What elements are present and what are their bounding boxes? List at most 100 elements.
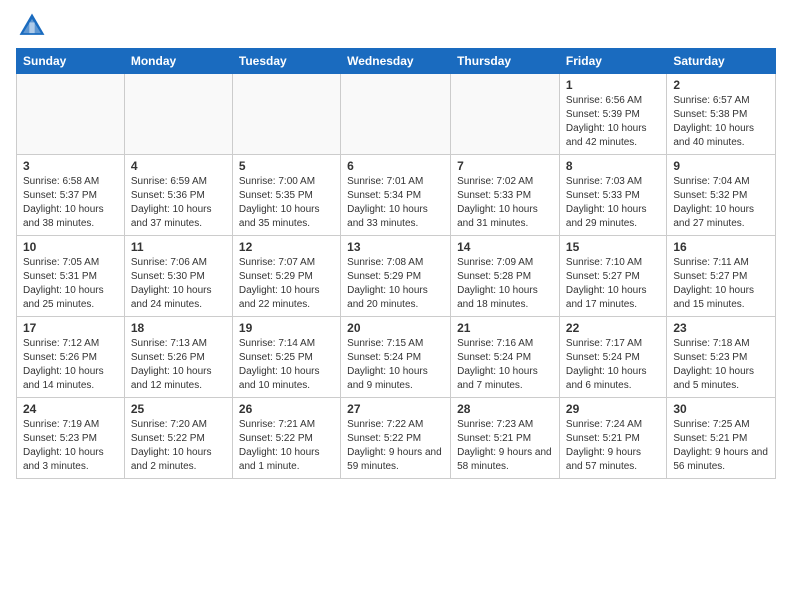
day-info: Sunrise: 7:24 AM Sunset: 5:21 PM Dayligh… bbox=[566, 418, 660, 474]
day-info: Sunrise: 7:11 AM Sunset: 5:27 PM Dayligh… bbox=[673, 256, 769, 312]
day-info: Sunrise: 7:12 AM Sunset: 5:26 PM Dayligh… bbox=[23, 337, 118, 393]
day-info: Sunrise: 7:17 AM Sunset: 5:24 PM Dayligh… bbox=[566, 337, 660, 393]
calendar-cell: 1Sunrise: 6:56 AM Sunset: 5:39 PM Daylig… bbox=[559, 74, 666, 155]
day-info: Sunrise: 7:02 AM Sunset: 5:33 PM Dayligh… bbox=[457, 175, 553, 231]
day-info: Sunrise: 6:57 AM Sunset: 5:38 PM Dayligh… bbox=[673, 94, 769, 150]
day-number: 23 bbox=[673, 321, 769, 335]
day-number: 26 bbox=[239, 402, 334, 416]
calendar-cell: 9 Sunrise: 7:04 AM Sunset: 5:32 PM Daylig… bbox=[667, 155, 776, 236]
calendar-cell: 3Sunrise: 6:58 AM Sunset: 5:37 PM Daylig… bbox=[17, 155, 125, 236]
calendar-header-row: SundayMondayTuesdayWednesdayThursdayFrid… bbox=[17, 49, 776, 74]
calendar-cell bbox=[341, 74, 451, 155]
day-number: 24 bbox=[23, 402, 118, 416]
calendar-week-row: 17 Sunrise: 7:12 AM Sunset: 5:26 PM Dayli… bbox=[17, 317, 776, 398]
day-info: Sunrise: 7:03 AM Sunset: 5:33 PM Dayligh… bbox=[566, 175, 660, 231]
day-info: Sunrise: 7:18 AM Sunset: 5:23 PM Dayligh… bbox=[673, 337, 769, 393]
weekday-header-tuesday: Tuesday bbox=[232, 49, 340, 74]
calendar-cell: 23 Sunrise: 7:18 AM Sunset: 5:23 PM Dayli… bbox=[667, 317, 776, 398]
day-number: 15 bbox=[566, 240, 660, 254]
calendar-cell: 27Sunrise: 7:22 AM Sunset: 5:22 PM Dayli… bbox=[341, 398, 451, 479]
calendar-cell: 6Sunrise: 7:01 AM Sunset: 5:34 PM Daylig… bbox=[341, 155, 451, 236]
calendar-week-row: 24 Sunrise: 7:19 AM Sunset: 5:23 PM Dayli… bbox=[17, 398, 776, 479]
day-number: 18 bbox=[131, 321, 226, 335]
day-number: 1 bbox=[566, 78, 660, 92]
logo bbox=[16, 10, 52, 42]
day-number: 13 bbox=[347, 240, 444, 254]
calendar-cell: 19Sunrise: 7:14 AM Sunset: 5:25 PM Dayli… bbox=[232, 317, 340, 398]
calendar-cell: 17 Sunrise: 7:12 AM Sunset: 5:26 PM Dayli… bbox=[17, 317, 125, 398]
day-info: Sunrise: 7:23 AM Sunset: 5:21 PM Dayligh… bbox=[457, 418, 553, 474]
calendar-cell bbox=[232, 74, 340, 155]
day-info: Sunrise: 7:25 AM Sunset: 5:21 PM Dayligh… bbox=[673, 418, 769, 474]
day-number: 29 bbox=[566, 402, 660, 416]
day-info: Sunrise: 7:07 AM Sunset: 5:29 PM Dayligh… bbox=[239, 256, 334, 312]
weekday-header-sunday: Sunday bbox=[17, 49, 125, 74]
calendar-cell: 14Sunrise: 7:09 AM Sunset: 5:28 PM Dayli… bbox=[451, 236, 560, 317]
calendar-cell: 7Sunrise: 7:02 AM Sunset: 5:33 PM Daylig… bbox=[451, 155, 560, 236]
day-number: 10 bbox=[23, 240, 118, 254]
day-number: 27 bbox=[347, 402, 444, 416]
day-number: 21 bbox=[457, 321, 553, 335]
day-info: Sunrise: 7:00 AM Sunset: 5:35 PM Dayligh… bbox=[239, 175, 334, 231]
calendar-cell: 24 Sunrise: 7:19 AM Sunset: 5:23 PM Dayli… bbox=[17, 398, 125, 479]
day-number: 25 bbox=[131, 402, 226, 416]
day-info: Sunrise: 7:20 AM Sunset: 5:22 PM Dayligh… bbox=[131, 418, 226, 474]
calendar-cell: 4 Sunrise: 6:59 AM Sunset: 5:36 PM Daylig… bbox=[124, 155, 232, 236]
day-number: 8 bbox=[566, 159, 660, 173]
calendar-cell bbox=[17, 74, 125, 155]
day-info: Sunrise: 7:06 AM Sunset: 5:30 PM Dayligh… bbox=[131, 256, 226, 312]
calendar-cell: 18 Sunrise: 7:13 AM Sunset: 5:26 PM Dayli… bbox=[124, 317, 232, 398]
weekday-header-thursday: Thursday bbox=[451, 49, 560, 74]
day-number: 4 bbox=[131, 159, 226, 173]
day-info: Sunrise: 7:15 AM Sunset: 5:24 PM Dayligh… bbox=[347, 337, 444, 393]
day-number: 3 bbox=[23, 159, 118, 173]
calendar-cell: 22 Sunrise: 7:17 AM Sunset: 5:24 PM Dayli… bbox=[559, 317, 666, 398]
day-info: Sunrise: 6:59 AM Sunset: 5:36 PM Dayligh… bbox=[131, 175, 226, 231]
day-number: 20 bbox=[347, 321, 444, 335]
calendar-cell: 16 Sunrise: 7:11 AM Sunset: 5:27 PM Dayli… bbox=[667, 236, 776, 317]
day-info: Sunrise: 7:08 AM Sunset: 5:29 PM Dayligh… bbox=[347, 256, 444, 312]
calendar-cell: 11 Sunrise: 7:06 AM Sunset: 5:30 PM Dayli… bbox=[124, 236, 232, 317]
calendar-week-row: 1Sunrise: 6:56 AM Sunset: 5:39 PM Daylig… bbox=[17, 74, 776, 155]
calendar-cell: 15 Sunrise: 7:10 AM Sunset: 5:27 PM Dayli… bbox=[559, 236, 666, 317]
day-info: Sunrise: 7:05 AM Sunset: 5:31 PM Dayligh… bbox=[23, 256, 118, 312]
day-number: 30 bbox=[673, 402, 769, 416]
calendar-cell: 12 Sunrise: 7:07 AM Sunset: 5:29 PM Dayli… bbox=[232, 236, 340, 317]
day-info: Sunrise: 7:21 AM Sunset: 5:22 PM Dayligh… bbox=[239, 418, 334, 474]
logo-icon bbox=[16, 10, 48, 42]
header bbox=[16, 10, 776, 42]
day-number: 17 bbox=[23, 321, 118, 335]
calendar-cell: 2 Sunrise: 6:57 AM Sunset: 5:38 PM Daylig… bbox=[667, 74, 776, 155]
day-number: 14 bbox=[457, 240, 553, 254]
day-number: 19 bbox=[239, 321, 334, 335]
calendar-cell: 28 Sunrise: 7:23 AM Sunset: 5:21 PM Dayli… bbox=[451, 398, 560, 479]
day-info: Sunrise: 7:04 AM Sunset: 5:32 PM Dayligh… bbox=[673, 175, 769, 231]
weekday-header-saturday: Saturday bbox=[667, 49, 776, 74]
calendar-cell: 10 Sunrise: 7:05 AM Sunset: 5:31 PM Dayli… bbox=[17, 236, 125, 317]
calendar-cell bbox=[451, 74, 560, 155]
calendar-cell: 13 Sunrise: 7:08 AM Sunset: 5:29 PM Dayli… bbox=[341, 236, 451, 317]
day-number: 28 bbox=[457, 402, 553, 416]
day-info: Sunrise: 7:13 AM Sunset: 5:26 PM Dayligh… bbox=[131, 337, 226, 393]
calendar-week-row: 3Sunrise: 6:58 AM Sunset: 5:37 PM Daylig… bbox=[17, 155, 776, 236]
day-number: 22 bbox=[566, 321, 660, 335]
day-info: Sunrise: 7:19 AM Sunset: 5:23 PM Dayligh… bbox=[23, 418, 118, 474]
calendar-week-row: 10 Sunrise: 7:05 AM Sunset: 5:31 PM Dayli… bbox=[17, 236, 776, 317]
day-info: Sunrise: 7:16 AM Sunset: 5:24 PM Dayligh… bbox=[457, 337, 553, 393]
calendar-cell: 29 Sunrise: 7:24 AM Sunset: 5:21 PM Dayli… bbox=[559, 398, 666, 479]
day-number: 2 bbox=[673, 78, 769, 92]
day-info: Sunrise: 7:10 AM Sunset: 5:27 PM Dayligh… bbox=[566, 256, 660, 312]
day-number: 16 bbox=[673, 240, 769, 254]
day-info: Sunrise: 7:01 AM Sunset: 5:34 PM Dayligh… bbox=[347, 175, 444, 231]
day-number: 9 bbox=[673, 159, 769, 173]
day-number: 5 bbox=[239, 159, 334, 173]
weekday-header-wednesday: Wednesday bbox=[341, 49, 451, 74]
calendar-cell: 8 Sunrise: 7:03 AM Sunset: 5:33 PM Daylig… bbox=[559, 155, 666, 236]
calendar-cell: 25 Sunrise: 7:20 AM Sunset: 5:22 PM Dayli… bbox=[124, 398, 232, 479]
day-number: 12 bbox=[239, 240, 334, 254]
weekday-header-friday: Friday bbox=[559, 49, 666, 74]
day-number: 11 bbox=[131, 240, 226, 254]
calendar-cell: 21 Sunrise: 7:16 AM Sunset: 5:24 PM Dayli… bbox=[451, 317, 560, 398]
calendar-table: SundayMondayTuesdayWednesdayThursdayFrid… bbox=[16, 48, 776, 479]
calendar-cell: 20 Sunrise: 7:15 AM Sunset: 5:24 PM Dayli… bbox=[341, 317, 451, 398]
